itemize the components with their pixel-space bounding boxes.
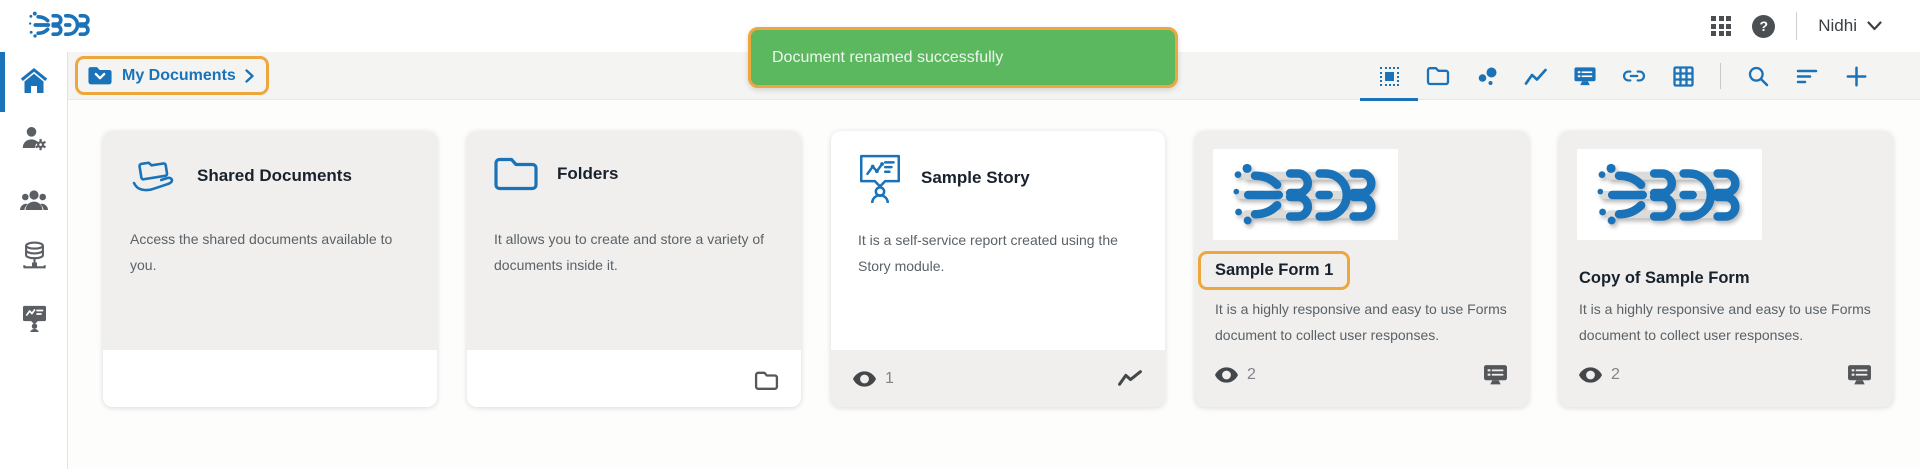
- folder-icon: [754, 370, 779, 391]
- line-chart-icon: [1118, 370, 1143, 387]
- database-icon: [21, 241, 48, 269]
- sidebar: [0, 52, 68, 469]
- card-sample-story[interactable]: Sample Story It is a self-service report…: [831, 131, 1165, 407]
- bdb-logo: [1231, 161, 1381, 229]
- card-description: It allows you to create and store a vari…: [494, 226, 777, 278]
- card-description: It is a self-service report created usin…: [858, 227, 1141, 279]
- sidebar-item-groups[interactable]: [0, 180, 68, 220]
- toolbar-folder[interactable]: [1426, 52, 1450, 100]
- views-counter: 1: [853, 370, 894, 388]
- form-icon: [1482, 363, 1509, 387]
- card-title: Copy of Sample Form: [1579, 269, 1750, 288]
- views-count: 2: [1247, 366, 1256, 384]
- app-window: ? Nidhi: [0, 0, 1920, 469]
- search-icon: [1747, 65, 1769, 87]
- toolbar-bubbles[interactable]: [1475, 52, 1499, 100]
- card-shared-documents[interactable]: Shared Documents Access the shared docum…: [103, 131, 437, 407]
- folder-icon: [493, 155, 539, 193]
- link-icon: [1622, 69, 1646, 83]
- card-description: It is a highly responsive and easy to us…: [1579, 296, 1875, 348]
- card-title: Sample Form 1: [1215, 261, 1350, 290]
- bdb-logo: [28, 10, 92, 40]
- grid-icon: [1672, 65, 1695, 88]
- breadcrumb-label: My Documents: [122, 67, 236, 85]
- users-icon: [19, 189, 49, 211]
- views-counter: 2: [1579, 366, 1620, 384]
- card-title: Sample Story: [921, 168, 1030, 188]
- card-footer: [103, 350, 437, 407]
- toolbar-sort[interactable]: [1795, 52, 1819, 100]
- views-count: 2: [1611, 366, 1620, 384]
- breadcrumb-folder-icon: [87, 65, 113, 86]
- form-thumbnail: [1213, 149, 1398, 240]
- eye-icon: [1579, 367, 1602, 383]
- highlighted-title: Sample Form 1: [1198, 251, 1350, 290]
- card-footer: [467, 350, 801, 407]
- views-count: 1: [885, 370, 894, 388]
- breadcrumb[interactable]: My Documents: [75, 56, 269, 95]
- bdb-logo: [1595, 161, 1745, 229]
- card-description: Access the shared documents available to…: [130, 226, 413, 278]
- shared-documents-icon: [129, 155, 179, 197]
- card-folders[interactable]: Folders It allows you to create and stor…: [467, 131, 801, 407]
- toolbar: [1377, 52, 1868, 100]
- card-copy-of-sample-form[interactable]: Copy of Sample Form It is a highly respo…: [1559, 131, 1893, 407]
- toolbar-form[interactable]: [1573, 52, 1597, 100]
- views-counter: 2: [1215, 366, 1256, 384]
- toolbar-add[interactable]: [1844, 52, 1868, 100]
- toast-notification: Document renamed successfully: [748, 27, 1178, 88]
- sidebar-item-user-settings[interactable]: [0, 118, 68, 158]
- form-thumbnail: [1577, 149, 1762, 240]
- toolbar-line-chart[interactable]: [1524, 52, 1548, 100]
- card-footer: 2: [1215, 363, 1509, 387]
- topbar-divider: [1796, 12, 1797, 40]
- card-sample-form-1[interactable]: Sample Form 1 It is a highly responsive …: [1195, 131, 1529, 407]
- form-icon: [1573, 65, 1597, 88]
- sidebar-item-training[interactable]: [0, 298, 68, 338]
- card-description: It is a highly responsive and easy to us…: [1215, 296, 1511, 348]
- toolbar-search[interactable]: [1746, 52, 1770, 100]
- toolbar-divider: [1720, 63, 1721, 89]
- home-icon: [19, 67, 49, 94]
- sort-icon: [1796, 68, 1818, 85]
- sidebar-item-home[interactable]: [0, 60, 68, 100]
- bubbles-icon: [1476, 65, 1499, 88]
- user-name: Nidhi: [1818, 16, 1857, 36]
- toolbar-link[interactable]: [1622, 52, 1646, 100]
- user-gear-icon: [21, 125, 47, 151]
- toast-message: Document renamed successfully: [772, 49, 1003, 67]
- sidebar-item-data[interactable]: [0, 235, 68, 275]
- eye-icon: [1215, 367, 1238, 383]
- card-footer: 1: [831, 350, 1165, 407]
- card-footer: 2: [1579, 363, 1873, 387]
- line-chart-icon: [1524, 66, 1548, 87]
- dashboard-icon: [1380, 67, 1399, 86]
- toolbar-grid[interactable]: [1671, 52, 1695, 100]
- form-icon: [1846, 363, 1873, 387]
- eye-icon: [853, 371, 876, 387]
- help-icon[interactable]: ?: [1752, 15, 1775, 38]
- plus-icon: [1846, 66, 1867, 87]
- chevron-down-icon: [1867, 21, 1882, 31]
- breadcrumb-chevron-icon: [245, 69, 254, 83]
- presentation-person-icon: [21, 304, 48, 332]
- toolbar-dashboard-view[interactable]: [1377, 52, 1401, 100]
- apps-grid-icon[interactable]: [1711, 16, 1731, 36]
- user-menu[interactable]: Nidhi: [1818, 16, 1882, 36]
- folder-icon: [1426, 65, 1450, 87]
- card-title: Shared Documents: [197, 166, 352, 186]
- card-title: Folders: [557, 164, 618, 184]
- story-icon: [857, 153, 903, 203]
